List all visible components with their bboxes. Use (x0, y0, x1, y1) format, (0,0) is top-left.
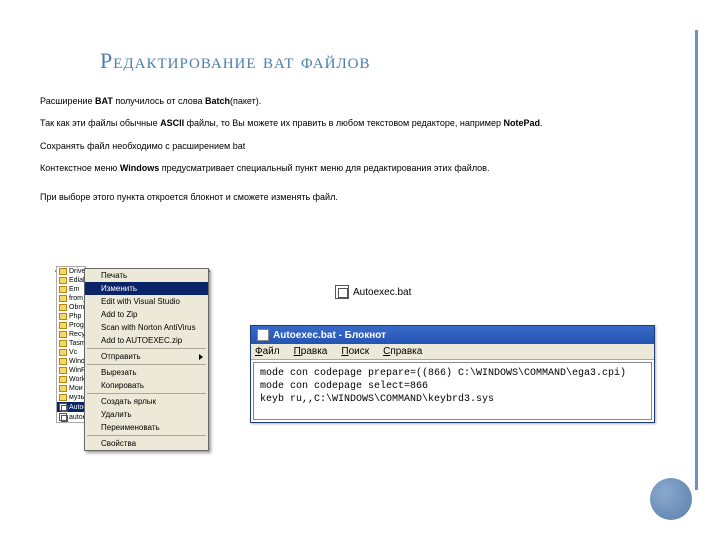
folder-icon (59, 295, 67, 302)
context-menu: ПечатьИзменитьEdit with Visual StudioAdd… (84, 268, 209, 451)
decorative-circle (650, 478, 692, 520)
menu-item[interactable]: Отправить (85, 350, 208, 363)
paragraph-3: Сохранять файл необходимо с расширением … (40, 139, 680, 153)
menu-item[interactable]: Scan with Norton AntiVirus (85, 321, 208, 334)
list-item[interactable]: Windo (57, 357, 85, 366)
menu-item[interactable]: Вырезать (85, 366, 208, 379)
notepad-window: Autoexec.bat - Блокнот Файл Правка Поиск Сп… (250, 325, 655, 423)
paragraph-1: Расширение BAT получилось от слова Batch… (40, 94, 680, 108)
folder-icon (59, 349, 67, 356)
menu-item[interactable]: Изменить (85, 282, 208, 295)
folder-icon (59, 331, 67, 338)
list-item-label: Php (69, 313, 81, 320)
list-item-label: Recycle (69, 331, 85, 338)
folder-icon (59, 385, 67, 392)
folder-icon (59, 376, 67, 383)
list-item-label: from_se (69, 295, 85, 302)
menu-item[interactable]: Add to Zip (85, 308, 208, 321)
folder-icon (59, 313, 67, 320)
autoexec-label: Autoexec.bat (353, 287, 411, 298)
menubar-item[interactable]: Правка (294, 346, 328, 357)
notepad-menubar: Файл Правка Поиск Справка (251, 344, 654, 360)
list-item[interactable]: autoexec.nav (57, 412, 85, 422)
slide-title: Редактирование bat файлов (0, 0, 720, 74)
list-item-label: Program (69, 322, 85, 329)
list-item-label: Autoexec.bat (69, 404, 85, 411)
file-list: Driver Edialer Em from_se Obmen Php Program Rec… (56, 266, 86, 423)
list-item[interactable]: Vc (57, 348, 85, 357)
menu-item[interactable]: Edit with Visual Studio (85, 295, 208, 308)
menu-item[interactable]: Создать ярлык (85, 395, 208, 408)
notepad-app-icon (257, 329, 269, 341)
list-item-label: Мои до (69, 385, 85, 392)
folder-icon (59, 268, 67, 275)
folder-icon (59, 358, 67, 365)
list-item-label: Tasm50 (69, 340, 85, 347)
bat-file-icon (59, 403, 67, 411)
menubar-item[interactable]: Поиск (341, 346, 369, 357)
list-item[interactable]: Tasm50 (57, 339, 85, 348)
paragraph-2: Так как эти файлы обычные ASCII файлы, т… (40, 116, 680, 130)
list-item-label: autoexec.nav (69, 414, 85, 421)
folder-icon (59, 394, 67, 401)
list-item[interactable]: WinRA (57, 366, 85, 375)
menu-item[interactable]: Add to AUTOEXEC.zip (85, 334, 208, 347)
paragraph-4: Контекстное меню Windows предусматривает… (40, 161, 680, 175)
list-item-label: Vc (69, 349, 77, 356)
bat-file-icon (59, 413, 67, 421)
list-item-label: музык (69, 394, 85, 401)
body-text: Расширение BAT получилось от слова Batch… (0, 74, 720, 204)
folder-icon (59, 286, 67, 293)
list-item[interactable]: Obmen (57, 303, 85, 312)
list-item-label: Em (69, 286, 80, 293)
list-item[interactable]: музык (57, 393, 85, 402)
notepad-body: mode con codepage prepare=((866) C:\WIND… (253, 362, 652, 420)
paragraph-5: При выборе этого пункта откроется блокно… (40, 190, 680, 204)
list-item[interactable]: Мои до (57, 384, 85, 393)
list-item-label: Obmen (69, 304, 85, 311)
menubar-item[interactable]: Файл (255, 346, 280, 357)
notepad-title-text: Autoexec.bat - Блокнот (273, 330, 386, 341)
decorative-vertical-line (695, 30, 698, 490)
menu-item[interactable]: Печать (85, 269, 208, 282)
menu-item[interactable]: Копировать (85, 379, 208, 392)
folder-icon (59, 304, 67, 311)
list-item[interactable]: Php (57, 312, 85, 321)
list-item[interactable]: Program (57, 321, 85, 330)
menu-item[interactable]: Свойства (85, 437, 208, 450)
folder-icon (59, 322, 67, 329)
menu-item[interactable]: Переименовать (85, 421, 208, 434)
explorer-context-figure: DriverEdialerEmfrom_seObmenPhpProgramRec… (55, 270, 210, 272)
list-item-label: Driver (69, 268, 85, 275)
folder-icon (59, 367, 67, 374)
folder-icon (59, 340, 67, 347)
bat-file-icon (335, 285, 349, 299)
list-item-label: WinRA (69, 367, 85, 374)
list-item[interactable]: Edialer (57, 276, 85, 285)
list-item-label: Windo (69, 358, 85, 365)
autoexec-file-icon: Autoexec.bat (335, 285, 411, 299)
menu-item[interactable]: Удалить (85, 408, 208, 421)
notepad-titlebar: Autoexec.bat - Блокнот (251, 326, 654, 344)
list-item[interactable]: Driver (57, 267, 85, 276)
list-item[interactable]: Em (57, 285, 85, 294)
list-item[interactable]: Recycle (57, 330, 85, 339)
list-item[interactable]: Work (57, 375, 85, 384)
list-item-label: Edialer (69, 277, 85, 284)
list-item[interactable]: Autoexec.bat (57, 402, 85, 412)
figures-area: Driver Edialer Em from_se Obmen Php Program Rec… (55, 270, 675, 490)
folder-icon (59, 277, 67, 284)
list-item-label: Work (69, 376, 85, 383)
menubar-item[interactable]: Справка (383, 346, 422, 357)
list-item[interactable]: from_se (57, 294, 85, 303)
